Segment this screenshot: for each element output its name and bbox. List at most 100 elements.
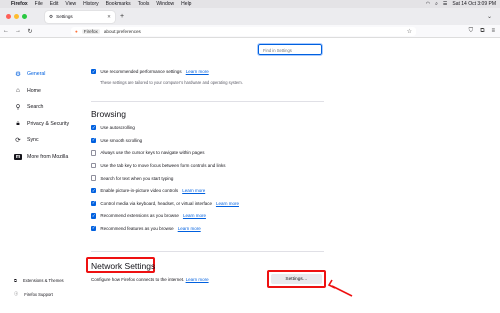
identity-label: Firefox bbox=[81, 28, 100, 34]
option-label: Enable picture-in-picture video controls bbox=[100, 188, 179, 194]
control-center-icon[interactable]: ☰ bbox=[443, 1, 447, 7]
option-label: Use the tab key to move focus between fo… bbox=[100, 162, 226, 168]
menu-help[interactable]: Help bbox=[181, 1, 191, 7]
lock-icon: 🔒︎ bbox=[16, 119, 20, 127]
option-checkbox[interactable]: ✓ bbox=[91, 137, 97, 143]
sidebar-footer-label: Firefox Support bbox=[24, 291, 53, 297]
sidebar-item-label: General bbox=[27, 71, 46, 78]
search-icon: ⚲ bbox=[15, 104, 21, 112]
menu-view[interactable]: View bbox=[65, 1, 76, 7]
option-checkbox[interactable]: ✓ bbox=[91, 188, 97, 194]
menu-bookmarks[interactable]: Bookmarks bbox=[106, 1, 131, 7]
menubar-clock[interactable]: Sat 14 Oct 3:09 PM bbox=[452, 1, 496, 7]
settings-sidebar: ⚙ General ⌂ Home ⚲ Search 🔒︎ Privacy & S… bbox=[14, 66, 94, 165]
menu-history[interactable]: History bbox=[83, 1, 99, 7]
mozilla-icon: m bbox=[14, 153, 22, 160]
find-in-settings-input[interactable]: Find in Settings bbox=[257, 43, 323, 56]
network-description: Configure how Firefox connects to the in… bbox=[91, 277, 209, 282]
new-tab-icon[interactable]: + bbox=[120, 13, 124, 20]
browsing-option[interactable]: ✓ Enable picture-in-picture video control… bbox=[91, 188, 205, 194]
window-controls bbox=[6, 14, 27, 19]
url-text[interactable]: about:preferences bbox=[104, 29, 141, 34]
option-checkbox[interactable]: ✓ bbox=[91, 225, 97, 232]
list-tabs-icon[interactable]: ⌄ bbox=[487, 13, 492, 20]
sidebar-footer-label: Extensions & Themes bbox=[23, 278, 64, 283]
option-label: Use recommended performance settings bbox=[100, 69, 182, 75]
option-checkbox[interactable]: ✓ bbox=[91, 200, 97, 206]
menu-window[interactable]: Window bbox=[156, 1, 174, 7]
menu-app-name[interactable]: Firefox bbox=[11, 1, 28, 7]
forward-icon[interactable]: → bbox=[12, 28, 24, 34]
tab-title: Settings bbox=[56, 14, 73, 19]
close-window-icon[interactable] bbox=[6, 14, 11, 19]
close-tab-icon[interactable]: ✕ bbox=[107, 14, 111, 20]
menu-edit[interactable]: Edit bbox=[50, 1, 59, 7]
bookmark-star-icon[interactable]: ☆ bbox=[407, 28, 412, 35]
sidebar-item-more-from-mozilla[interactable]: m More from Mozilla bbox=[14, 149, 94, 166]
option-checkbox[interactable]: ✓ bbox=[91, 213, 97, 219]
sidebar-item-label: Search bbox=[27, 104, 44, 111]
sidebar-item-privacy[interactable]: 🔒︎ Privacy & Security bbox=[14, 116, 94, 133]
option-learn-more-link[interactable]: Learn more bbox=[178, 226, 201, 231]
tab-settings[interactable]: ⚙ Settings ✕ bbox=[45, 10, 115, 23]
menu-tools[interactable]: Tools bbox=[138, 1, 150, 7]
menu-file[interactable]: File bbox=[35, 1, 43, 7]
puzzle-icon: ⧉ bbox=[14, 278, 17, 283]
performance-learn-more-link[interactable]: Learn more bbox=[186, 69, 209, 74]
sidebar-item-sync[interactable]: ⟳ Sync bbox=[14, 132, 94, 149]
network-settings-button-highlight: Settings… bbox=[267, 270, 326, 288]
browsing-option[interactable]: ✓ Use autoscrolling bbox=[91, 125, 135, 131]
pocket-icon[interactable]: ⛉ bbox=[469, 28, 474, 35]
sidebar-item-general[interactable]: ⚙ General bbox=[14, 66, 94, 83]
extensions-icon[interactable]: ⧉ bbox=[480, 28, 484, 35]
option-label: Use smooth scrolling bbox=[100, 137, 143, 143]
option-learn-more-link[interactable]: Learn more bbox=[216, 201, 239, 206]
option-learn-more-link[interactable]: Learn more bbox=[183, 213, 206, 218]
option-label: Always use the cursor keys to navigate w… bbox=[100, 150, 205, 156]
browsing-option[interactable]: ✓ Use smooth scrolling bbox=[91, 137, 143, 143]
browsing-option[interactable]: ✓ Recommend features as you browse Learn m… bbox=[91, 225, 201, 232]
option-label: Control media via keyboard, headset, or … bbox=[100, 200, 212, 206]
sidebar-firefox-support[interactable]: ⓘ Firefox Support bbox=[14, 291, 104, 297]
annotation-arrow-icon bbox=[327, 279, 353, 297]
browsing-option[interactable]: ✓ Control media via keyboard, headset, or… bbox=[91, 200, 239, 206]
option-checkbox[interactable] bbox=[91, 150, 97, 156]
minimize-window-icon[interactable] bbox=[14, 14, 19, 19]
option-checkbox[interactable] bbox=[91, 175, 97, 181]
firefox-logo-icon: ● bbox=[75, 28, 78, 34]
nav-toolbar: ← → ↻ ● Firefox about:preferences ☆ ⛉ ⧉ … bbox=[0, 25, 500, 38]
option-learn-more-link[interactable]: Learn more bbox=[182, 188, 205, 193]
sidebar-item-home[interactable]: ⌂ Home bbox=[14, 83, 94, 100]
section-divider bbox=[91, 251, 324, 252]
gear-icon: ⚙ bbox=[15, 71, 21, 79]
gear-icon: ⚙ bbox=[49, 13, 54, 19]
url-bar[interactable]: ● Firefox about:preferences ☆ bbox=[71, 26, 416, 36]
app-menu-icon[interactable]: ≡ bbox=[491, 28, 495, 35]
browsing-option[interactable]: ✓ Recommend extensions as you browse Learn… bbox=[91, 213, 206, 219]
option-label: Use autoscrolling bbox=[100, 125, 135, 131]
menubar-status: ◠ ⌕ ☰ Sat 14 Oct 3:09 PM bbox=[426, 1, 496, 7]
network-description-text: Configure how Firefox connects to the in… bbox=[91, 277, 185, 282]
reload-icon[interactable]: ↻ bbox=[24, 28, 36, 35]
network-learn-more-link[interactable]: Learn more bbox=[186, 277, 209, 282]
browsing-option[interactable]: Always use the cursor keys to navigate w… bbox=[91, 150, 205, 156]
option-checkbox[interactable]: ✓ bbox=[91, 125, 97, 131]
section-divider bbox=[91, 101, 324, 102]
performance-option[interactable]: ✓ Use recommended performance settings L… bbox=[91, 69, 209, 75]
option-checkbox[interactable] bbox=[91, 162, 97, 169]
option-label: Search for text when you start typing bbox=[100, 175, 174, 181]
search-icon[interactable]: ⌕ bbox=[435, 1, 438, 7]
performance-checkbox[interactable]: ✓ bbox=[91, 69, 97, 75]
help-icon: ⓘ bbox=[14, 291, 19, 296]
zoom-window-icon[interactable] bbox=[22, 14, 27, 19]
sidebar-item-search[interactable]: ⚲ Search bbox=[14, 99, 94, 116]
browsing-option[interactable]: Search for text when you start typing bbox=[91, 175, 174, 181]
browsing-option[interactable]: Use the tab key to move focus between fo… bbox=[91, 162, 226, 169]
macos-menubar: Firefox File Edit View History Bookmarks… bbox=[0, 0, 500, 8]
sync-icon: ⟳ bbox=[15, 137, 21, 145]
sidebar-item-label: More from Mozilla bbox=[27, 153, 69, 160]
browsing-heading: Browsing bbox=[91, 109, 126, 119]
wifi-icon[interactable]: ◠ bbox=[426, 1, 430, 7]
network-settings-button[interactable]: Settings… bbox=[271, 274, 322, 284]
back-icon[interactable]: ← bbox=[0, 28, 12, 34]
